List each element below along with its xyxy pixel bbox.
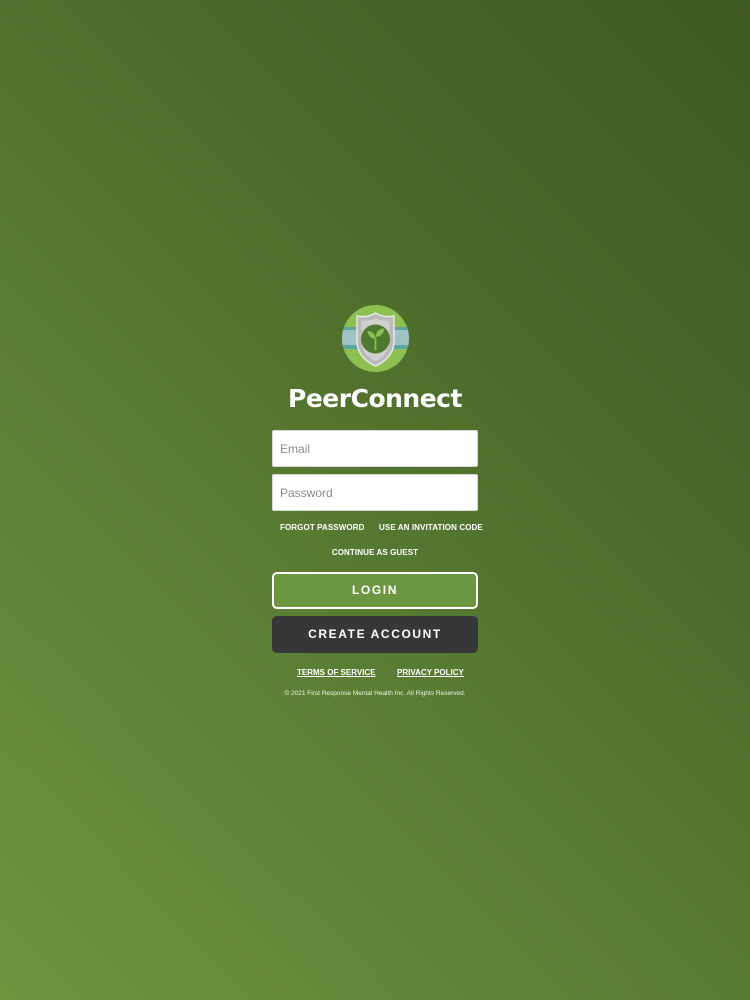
password-field[interactable] bbox=[272, 474, 478, 511]
copyright-text: © 2021 First Response Mental Health Inc.… bbox=[284, 690, 466, 697]
invitation-code-link[interactable]: USE AN INVITATION CODE bbox=[379, 523, 483, 532]
email-field[interactable] bbox=[272, 430, 478, 467]
app-name: PeerConnect bbox=[288, 384, 462, 413]
privacy-policy-link[interactable]: PRIVACY POLICY bbox=[397, 668, 464, 677]
shield-sprout-icon bbox=[342, 305, 409, 372]
login-button[interactable]: LOGIN bbox=[272, 572, 478, 609]
continue-as-guest-link[interactable]: CONTINUE AS GUEST bbox=[0, 548, 750, 557]
terms-of-service-link[interactable]: TERMS OF SERVICE bbox=[297, 668, 376, 677]
forgot-password-link[interactable]: FORGOT PASSWORD bbox=[280, 523, 364, 532]
login-screen: PeerConnect FORGOT PASSWORD USE AN INVIT… bbox=[0, 0, 750, 1000]
create-account-button[interactable]: CREATE ACCOUNT bbox=[272, 616, 478, 653]
